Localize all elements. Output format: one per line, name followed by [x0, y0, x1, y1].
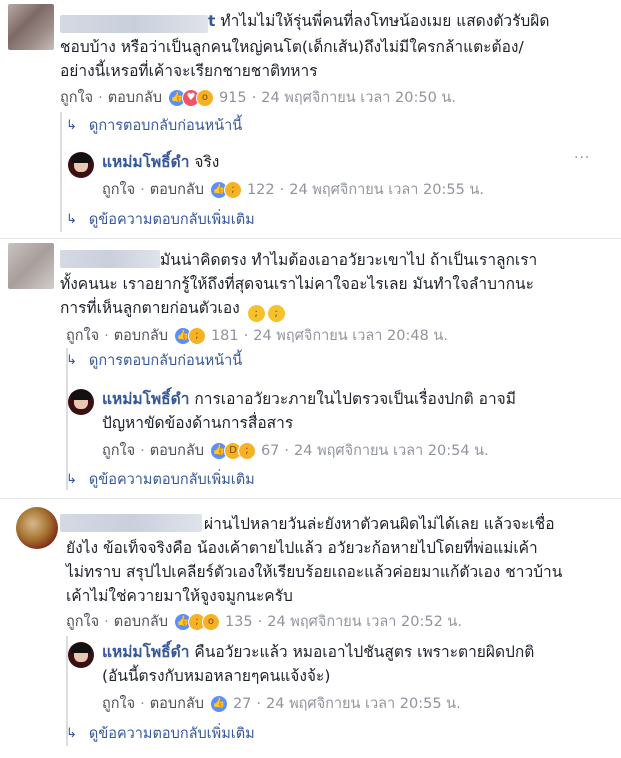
- timestamp[interactable]: 24 พฤศจิกายน เวลา 20:52 น.: [267, 610, 462, 633]
- comment-text-line: มันน่าคิดตรง ทำไมต้องเอาอวัยวะเขาไป ถ้าเ…: [160, 251, 538, 269]
- crying-emoji-icon: ;: [267, 305, 285, 322]
- reply-actions: ถูกใจ · ตอบกลับ 👍 ; 122 · 24 พฤศจิกายน เ…: [102, 178, 484, 201]
- comment-actions: ถูกใจ · ตอบกลับ 👍 ; o 135 · 24 พฤศจิกายน…: [66, 610, 462, 633]
- like-link[interactable]: ถูกใจ: [102, 178, 135, 201]
- reply-text-line: ปัญหาขัดข้องด้านการสื่อสาร: [102, 414, 294, 432]
- crying-emoji-icon: ;: [247, 305, 265, 322]
- commenter-name-blurred[interactable]: [60, 514, 202, 532]
- sad-reaction-icon: ;: [187, 326, 206, 345]
- reaction-icons[interactable]: 👍 ;: [209, 180, 242, 199]
- page-avatar[interactable]: [68, 152, 94, 178]
- wow-reaction-icon: o: [201, 612, 220, 631]
- reply-text: แหม่มโพธิ์ดำ จริง: [102, 153, 220, 171]
- timestamp[interactable]: 24 พฤศจิกายน เวลา 20:50 น.: [261, 86, 456, 109]
- page-name[interactable]: แหม่มโพธิ์ดำ: [102, 153, 189, 171]
- reaction-icons[interactable]: 👍 ;: [173, 326, 206, 345]
- reply-link[interactable]: ตอบกลับ: [150, 178, 204, 201]
- commenter-avatar[interactable]: [8, 243, 54, 289]
- reaction-count[interactable]: 135: [225, 614, 253, 630]
- commenter-name[interactable]: t: [208, 12, 215, 30]
- page-name[interactable]: แหม่มโพธิ์ดำ: [102, 390, 189, 408]
- reply-link[interactable]: ตอบกลับ: [114, 324, 168, 347]
- comment-text-line: ทั้งคนนะ เราอยากรู้ให้ถึงที่สุดจนเราไม่ค…: [60, 275, 534, 293]
- sad-reaction-icon: ;: [223, 180, 242, 199]
- like-link[interactable]: ถูกใจ: [60, 86, 93, 109]
- comment-actions: ถูกใจ · ตอบกลับ 👍 ; 181 · 24 พฤศจิกายน เ…: [66, 324, 448, 347]
- view-previous-replies-link[interactable]: ↳ ดูการตอบกลับก่อนหน้านี้: [66, 349, 242, 372]
- view-more-replies-link[interactable]: ↳ ดูข้อความตอบกลับเพิ่มเติม: [66, 722, 255, 745]
- reply-text: แหม่มโพธิ์ดำ คืนอวัยวะแล้ว หมอเอาไปชันสู…: [102, 643, 535, 661]
- page-name[interactable]: แหม่มโพธิ์ดำ: [102, 643, 189, 661]
- comment-text-line: ยังไง ข้อเท็จจริงคือ น้องเค้าตายไปแล้ว อ…: [66, 539, 538, 557]
- page-avatar[interactable]: [68, 642, 94, 668]
- like-link[interactable]: ถูกใจ: [102, 692, 135, 715]
- comment-actions: ถูกใจ · ตอบกลับ 👍 ♥ o 915 · 24 พฤศจิกายน…: [60, 86, 456, 109]
- reply-arrow-icon: ↳: [66, 118, 77, 133]
- thread-line: [60, 112, 62, 232]
- wow-reaction-icon: o: [195, 88, 214, 107]
- commenter-name-blurred[interactable]: [60, 15, 208, 33]
- reaction-count[interactable]: 181: [211, 328, 239, 344]
- commenter-avatar[interactable]: [8, 4, 54, 50]
- comment-separator: [0, 238, 621, 239]
- reply-actions: ถูกใจ · ตอบกลับ 👍 D ; 67 · 24 พฤศจิกายน …: [102, 439, 489, 462]
- reaction-count[interactable]: 915: [219, 90, 247, 106]
- comment-text-line: ชอบบ้าง หรือว่าเป็นลูกคนใหญ่คนโต(เด็กเส้…: [60, 38, 524, 56]
- reply-link[interactable]: ตอบกลับ: [150, 692, 204, 715]
- timestamp[interactable]: 24 พฤศจิกายน เวลา 20:55 น.: [289, 178, 484, 201]
- reaction-count[interactable]: 67: [261, 443, 279, 459]
- reply-actions: ถูกใจ · ตอบกลับ 👍 27 · 24 พฤศจิกายน เวลา…: [102, 692, 461, 715]
- reply-arrow-icon: ↳: [66, 212, 77, 227]
- reply-text: แหม่มโพธิ์ดำ การเอาอวัยวะภายในไปตรวจเป็น…: [102, 390, 516, 408]
- reaction-icons[interactable]: 👍: [209, 694, 228, 713]
- like-link[interactable]: ถูกใจ: [66, 610, 99, 633]
- commenter-avatar[interactable]: [16, 507, 58, 549]
- more-options-icon[interactable]: ···: [574, 150, 590, 166]
- like-reaction-icon: 👍: [209, 694, 228, 713]
- reaction-count[interactable]: 27: [233, 696, 251, 712]
- reply-text-line: (อันนี้ตรงกับหมอหลายๆคนแจ้งจ้ะ): [102, 667, 331, 685]
- comment-separator: [0, 498, 621, 499]
- reaction-count[interactable]: 122: [247, 182, 275, 198]
- reaction-icons[interactable]: 👍 ; o: [173, 612, 220, 631]
- commenter-name-blurred[interactable]: [60, 250, 160, 268]
- view-more-replies-link[interactable]: ↳ ดูข้อความตอบกลับเพิ่มเติม: [66, 468, 255, 491]
- like-link[interactable]: ถูกใจ: [102, 439, 135, 462]
- reply-link[interactable]: ตอบกลับ: [108, 86, 162, 109]
- reply-arrow-icon: ↳: [66, 353, 77, 368]
- timestamp[interactable]: 24 พฤศจิกายน เวลา 20:55 น.: [266, 692, 461, 715]
- view-more-replies-link[interactable]: ↳ ดูข้อความตอบกลับเพิ่มเติม: [66, 208, 255, 231]
- reply-arrow-icon: ↳: [66, 472, 77, 487]
- reply-arrow-icon: ↳: [66, 726, 77, 741]
- comment-text-line: อย่างนี้เหรอที่เค้าจะเรียกชายชาติทหาร: [60, 62, 318, 80]
- timestamp[interactable]: 24 พฤศจิกายน เวลา 20:54 น.: [294, 439, 489, 462]
- reply-link[interactable]: ตอบกลับ: [150, 439, 204, 462]
- sad-reaction-icon: ;: [237, 441, 256, 460]
- comment-text-line: เค้าไม่ใช่ควายมาให้จูงจมูกนะครับ: [66, 587, 293, 605]
- view-previous-replies-link[interactable]: ↳ ดูการตอบกลับก่อนหน้านี้: [66, 114, 242, 137]
- comment-text-line: การที่เห็นลูกตายก่อนตัวเอง ;;: [60, 296, 620, 322]
- reaction-icons[interactable]: 👍 ♥ o: [167, 88, 214, 107]
- timestamp[interactable]: 24 พฤศจิกายน เวลา 20:48 น.: [253, 324, 448, 347]
- like-link[interactable]: ถูกใจ: [66, 324, 99, 347]
- reaction-icons[interactable]: 👍 D ;: [209, 441, 256, 460]
- comment-text-line: ไม่ทราบ สรุปไปเคลียร์ตัวเองให้เรียบร้อยเ…: [66, 563, 563, 581]
- reply-link[interactable]: ตอบกลับ: [114, 610, 168, 633]
- comment-text-line: ผ่านไปหลายวันล่ะยังหาตัวคนผิดไม่ได้เลย แ…: [204, 515, 555, 533]
- page-avatar[interactable]: [68, 389, 94, 415]
- comment-text: t ทำไมไม่ให้รุ่นพี่คนที่ลงโทษน้องเมย แสด…: [208, 12, 550, 30]
